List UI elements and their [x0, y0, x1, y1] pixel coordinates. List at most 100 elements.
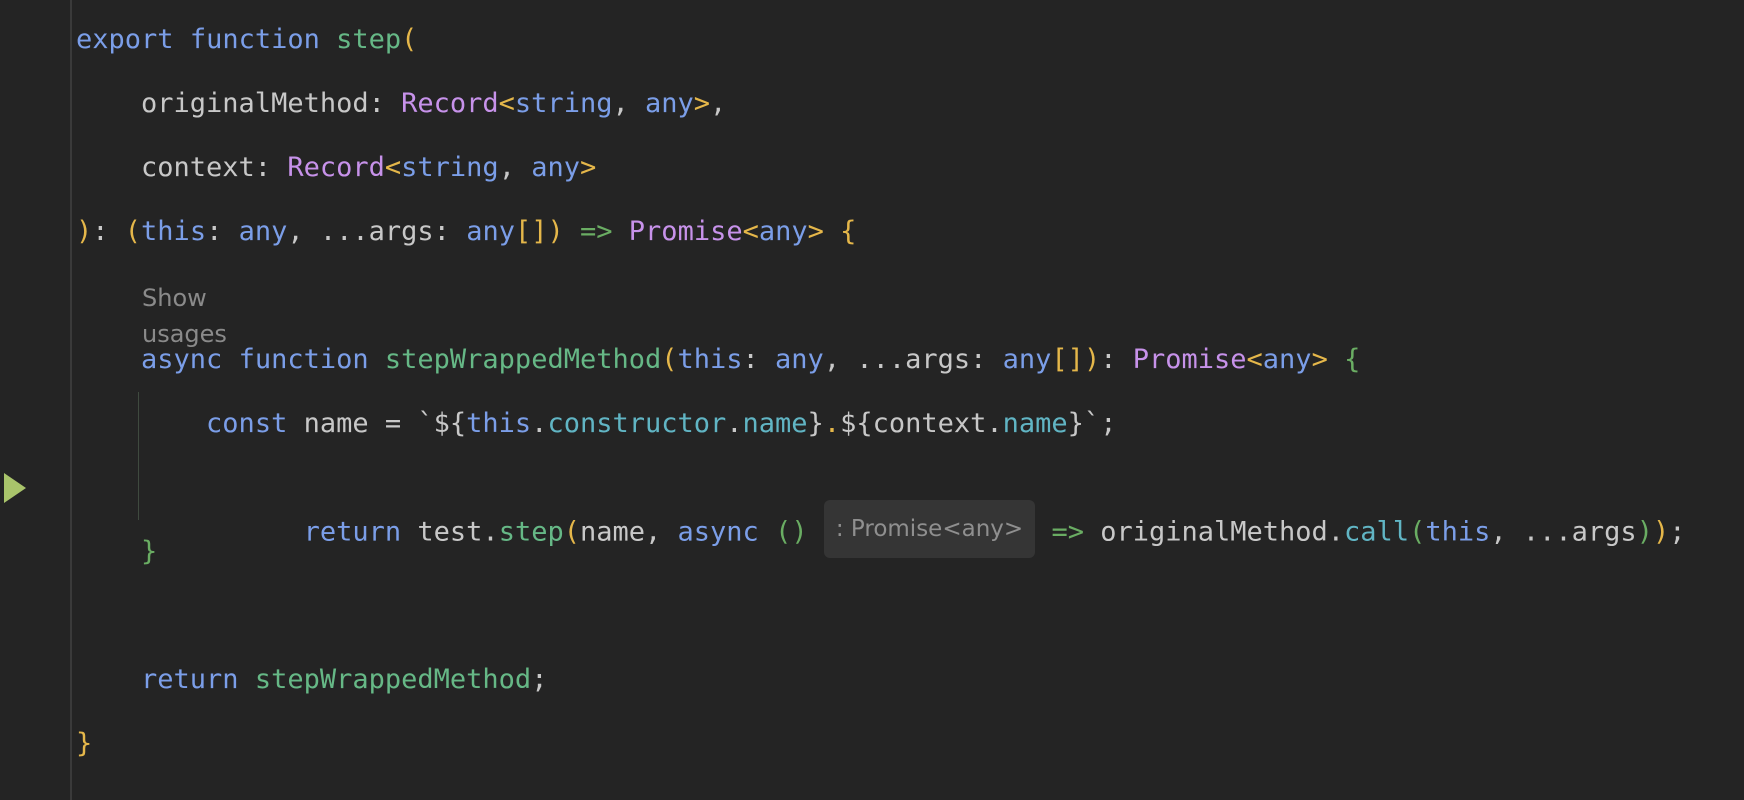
- code-token: :: [1100, 344, 1133, 375]
- code-token: ,: [710, 88, 727, 119]
- code-token: (: [563, 516, 580, 548]
- gutter-border: [70, 0, 72, 800]
- code-token: ): [1652, 516, 1670, 548]
- code-token: Promise: [1132, 344, 1247, 375]
- code-token: any: [644, 88, 694, 119]
- code-token: ): [1083, 344, 1101, 375]
- code-token: []: [514, 216, 548, 247]
- code-token: any: [466, 216, 515, 247]
- code-line-4: ): (this: any, ...args: any[]) => Promis…: [76, 212, 856, 252]
- code-token: step: [336, 24, 402, 55]
- code-token: function: [238, 344, 369, 375]
- code-token: ;: [1669, 516, 1686, 548]
- code-token: (): [775, 516, 808, 548]
- code-token: :: [742, 344, 776, 375]
- code-token: <: [384, 152, 402, 183]
- code-token: const: [206, 408, 288, 439]
- code-token: ,: [612, 88, 645, 119]
- code-token: context:: [76, 152, 288, 183]
- code-token: .: [531, 408, 548, 439]
- code-token: ;: [531, 664, 548, 695]
- code-line-7: return test.step(name, async () : Promis…: [76, 468, 1685, 558]
- code-token: }: [76, 728, 93, 759]
- type-inlay-hint: : Promise<any>: [823, 500, 1036, 558]
- code-token: }`: [1067, 408, 1101, 439]
- code-token: {: [840, 216, 857, 247]
- code-token: return: [303, 516, 402, 548]
- code-token: , ...args:: [287, 216, 467, 247]
- code-token: name,: [579, 516, 678, 548]
- code-token: async: [677, 516, 759, 548]
- code-token: call: [1344, 516, 1410, 548]
- code-token: , ...args: [1490, 516, 1637, 548]
- code-token: ,: [498, 152, 532, 183]
- code-token: ${context.: [840, 408, 1003, 439]
- code-token: this: [1425, 516, 1491, 548]
- code-token: string: [401, 152, 499, 183]
- code-token: <: [498, 88, 515, 119]
- code-token: name: [742, 408, 808, 439]
- code-token: name = `${: [287, 408, 467, 439]
- code-line-8: }: [76, 532, 157, 572]
- show-usages-hint[interactable]: Show usages: [142, 280, 227, 348]
- code-token: (: [401, 24, 418, 55]
- code-token: step: [498, 516, 564, 548]
- return-line-code: return test.step(name, async (): [174, 517, 824, 548]
- code-token: any: [1002, 344, 1052, 375]
- code-token: originalMethod:: [76, 88, 402, 119]
- code-token: }: [141, 536, 158, 567]
- code-token: any: [238, 216, 288, 247]
- code-line-11: }: [76, 724, 92, 764]
- code-token: Record: [401, 88, 499, 119]
- code-token: ): [547, 216, 564, 247]
- code-token: stepWrappedMethod: [384, 344, 662, 375]
- code-token: string: [514, 88, 613, 119]
- code-token: name: [1002, 408, 1068, 439]
- code-token: }: [807, 408, 824, 439]
- code-token: Record: [287, 152, 385, 183]
- code-token: <: [1246, 344, 1263, 375]
- code-token: this: [677, 344, 743, 375]
- code-token: >: [1311, 344, 1345, 375]
- code-token: (: [1409, 516, 1426, 548]
- code-token: ): [76, 216, 93, 247]
- code-editor[interactable]: export function step( originalMethod: Re…: [0, 0, 1744, 800]
- code-token: =>: [580, 216, 613, 247]
- code-token: <: [742, 216, 759, 247]
- code-token: {: [1344, 344, 1361, 375]
- code-token: :: [92, 216, 125, 247]
- code-token: .: [726, 408, 743, 439]
- code-token: any: [775, 344, 824, 375]
- code-token: (: [124, 216, 142, 247]
- code-line-10: return stepWrappedMethod;: [76, 660, 547, 700]
- code-line-5: async function stepWrappedMethod(this: a…: [76, 340, 1360, 380]
- run-gutter-icon[interactable]: [4, 473, 26, 503]
- code-token: :: [206, 216, 239, 247]
- code-token: return: [141, 664, 239, 695]
- code-token: export: [76, 24, 174, 55]
- code-token: stepWrappedMethod: [254, 664, 532, 695]
- code-line-2: originalMethod: Record<string, any>,: [76, 84, 726, 124]
- code-token: any: [1262, 344, 1312, 375]
- code-token: ;: [1100, 408, 1117, 439]
- code-token: async: [141, 344, 223, 375]
- code-token: >: [807, 216, 841, 247]
- code-token: []: [1051, 344, 1084, 375]
- code-token: ): [1636, 516, 1653, 548]
- code-token: >: [579, 152, 597, 183]
- code-token: any: [758, 216, 808, 247]
- code-line-6: const name = `${this.constructor.name}.$…: [76, 404, 1116, 444]
- code-token: originalMethod.: [1083, 516, 1345, 548]
